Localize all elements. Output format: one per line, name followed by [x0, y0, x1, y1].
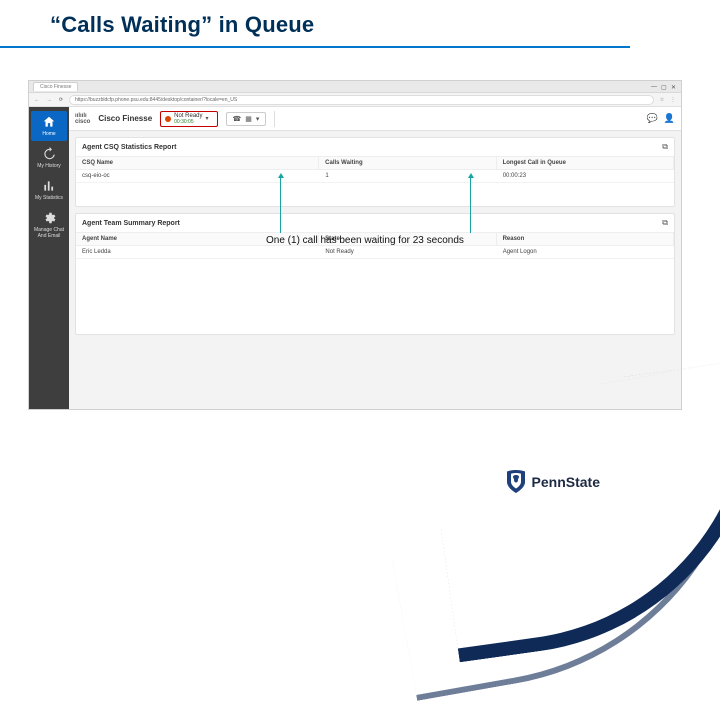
nav-forward-button[interactable]: → [45, 97, 53, 103]
cisco-logo: ıılıılıcisco [75, 113, 90, 125]
gear-icon [42, 211, 56, 225]
decorative-swoop [369, 359, 720, 701]
csq-statistics-panel: Agent CSQ Statistics Report ⧉ CSQ Name C… [75, 137, 675, 207]
sidebar-item-manage[interactable]: Manage Chat And Email [31, 207, 67, 243]
sidebar-item-history[interactable]: My History [31, 143, 67, 173]
browser-star-icon[interactable]: ☆ [658, 97, 666, 103]
annotation-arrow [470, 177, 471, 233]
chevron-down-icon: ▾ [206, 115, 209, 122]
address-field[interactable]: https://buzzbldcfp.phone.psu.edu:8445/de… [69, 95, 654, 105]
agent-name-cell: Eric Ledda [76, 246, 319, 258]
annotation-arrow [280, 177, 281, 233]
nav-back-button[interactable]: ← [33, 97, 41, 103]
agent-status-selector[interactable]: Not Ready 00:30:05 ▾ [160, 111, 217, 127]
window-close-button[interactable]: ✕ [671, 84, 677, 90]
chart-icon [42, 179, 56, 193]
sidebar-item-label: Manage Chat And Email [31, 227, 67, 239]
history-icon [42, 147, 56, 161]
panel-title: Agent CSQ Statistics Report [82, 144, 177, 151]
state-cell: Not Ready [319, 246, 496, 258]
window-maximize-button[interactable]: ▢ [661, 84, 667, 90]
sidebar-item-statistics[interactable]: My Statistics [31, 175, 67, 205]
reason-cell: Agent Logon [497, 246, 674, 258]
sidebar: Home My History My Statistics Manage Cha… [29, 107, 69, 409]
window-buttons: — ▢ ✕ [651, 84, 677, 90]
popout-icon[interactable]: ⧉ [662, 142, 668, 152]
nav-reload-button[interactable]: ⟳ [57, 97, 65, 103]
browser-addressbar: ← → ⟳ https://buzzbldcfp.phone.psu.edu:8… [29, 93, 681, 107]
sidebar-item-label: My Statistics [31, 195, 67, 201]
main-area: ıılıılıcisco Cisco Finesse Not Ready 00:… [69, 107, 681, 409]
browser-tab[interactable]: Cisco Finesse [33, 82, 78, 91]
topbar-right: 💬 👤 [647, 113, 675, 124]
browser-menu-icon[interactable]: ⋮ [669, 97, 677, 103]
slide-title: “Calls Waiting” in Queue [0, 0, 630, 48]
dialpad-button[interactable]: ☎ ▦ ▾ [226, 112, 267, 126]
content: Agent CSQ Statistics Report ⧉ CSQ Name C… [69, 131, 681, 409]
status-timer: 00:30:05 [174, 119, 193, 125]
csq-table-header: CSQ Name Calls Waiting Longest Call in Q… [76, 157, 674, 170]
col-header: Reason [497, 233, 674, 245]
product-name: Cisco Finesse [98, 114, 152, 123]
col-header: CSQ Name [76, 157, 319, 169]
panel-title: Agent Team Summary Report [82, 220, 180, 227]
status-dot-icon [165, 116, 171, 122]
keypad-icon: ▦ [245, 115, 252, 123]
sidebar-item-label: Home [31, 131, 67, 137]
annotation-caption: One (1) call has been waiting for 23 sec… [266, 235, 464, 246]
user-menu-icon[interactable]: 👤 [664, 113, 675, 124]
browser-tabstrip: Cisco Finesse — ▢ ✕ [29, 81, 681, 93]
finesse-page: Home My History My Statistics Manage Cha… [29, 107, 681, 409]
pennstate-brand: PennState [506, 470, 600, 493]
brand-text: PennState [532, 474, 600, 490]
phone-icon: ☎ [233, 115, 242, 123]
separator [274, 111, 275, 127]
pennstate-shield-icon [506, 470, 526, 493]
popout-icon[interactable]: ⧉ [662, 218, 668, 228]
chevron-down-icon: ▾ [256, 115, 260, 123]
home-icon [42, 115, 56, 129]
table-row[interactable]: Eric Ledda Not Ready Agent Logon [76, 246, 674, 259]
col-header: Calls Waiting [319, 157, 496, 169]
team-summary-panel: Agent Team Summary Report ⧉ Agent Name S… [75, 213, 675, 335]
finesse-topbar: ıılıılıcisco Cisco Finesse Not Ready 00:… [69, 107, 681, 131]
sidebar-item-home[interactable]: Home [31, 111, 67, 141]
window-minimize-button[interactable]: — [651, 84, 657, 90]
chat-icon[interactable]: 💬 [647, 113, 658, 124]
col-header: Longest Call in Queue [497, 157, 674, 169]
longest-call-cell: 00:00:23 [497, 170, 674, 182]
sidebar-item-label: My History [31, 163, 67, 169]
table-row[interactable]: csq-eio-oc 1 00:00:23 [76, 170, 674, 183]
